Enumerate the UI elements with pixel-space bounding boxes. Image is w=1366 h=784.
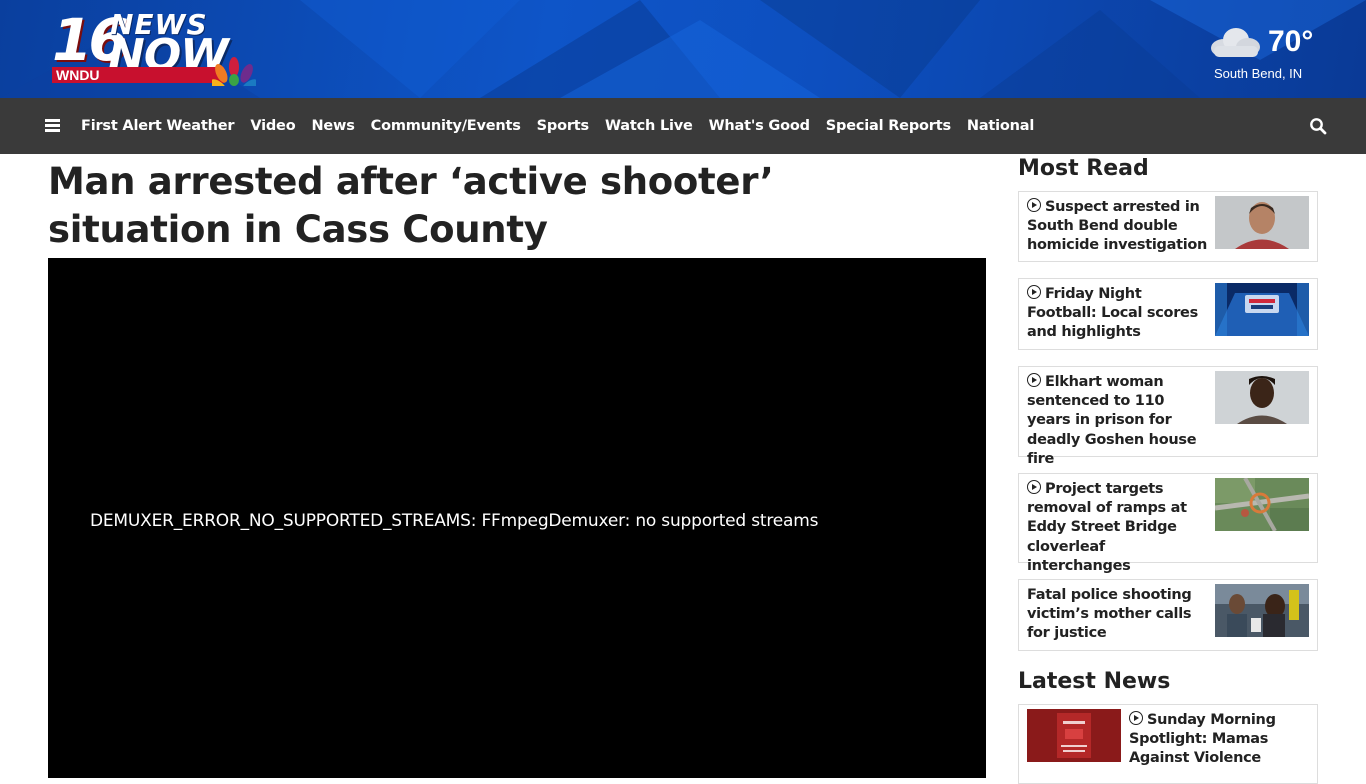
- play-circle-icon: [1027, 480, 1041, 494]
- nav-item-first-alert-weather[interactable]: First Alert Weather: [73, 98, 242, 154]
- latest-news-item[interactable]: Sunday Morning Spotlight: Mamas Against …: [1018, 704, 1318, 784]
- most-read-item-title: Elkhart woman sentenced to 110 years in …: [1027, 374, 1197, 467]
- most-read-item[interactable]: Elkhart woman sentenced to 110 years in …: [1018, 366, 1318, 467]
- most-read-item-title-wrap: Friday Night Football: Local scores and …: [1027, 285, 1209, 343]
- most-read-item-title: Project targets removal of ramps at Eddy…: [1027, 481, 1187, 574]
- most-read-item[interactable]: Friday Night Football: Local scores and …: [1018, 278, 1318, 350]
- play-circle-icon: [1027, 198, 1041, 212]
- most-read-heading: Most Read: [1018, 156, 1149, 181]
- weather-location: South Bend, IN: [1214, 66, 1303, 81]
- latest-news-heading: Latest News: [1018, 669, 1171, 694]
- hamburger-menu-icon[interactable]: [45, 117, 61, 133]
- latest-news-item-title-wrap: Sunday Morning Spotlight: Mamas Against …: [1129, 711, 1311, 769]
- nav-item-video[interactable]: Video: [242, 98, 303, 154]
- video-error-message: DEMUXER_ERROR_NO_SUPPORTED_STREAMS: FFmp…: [90, 511, 819, 531]
- temperature-value: 70°: [1268, 25, 1314, 58]
- mugshot-thumbnail: [1215, 196, 1309, 249]
- most-read-item-title-wrap: Suspect arrested in South Bend double ho…: [1027, 198, 1209, 256]
- most-read-item[interactable]: Project targets removal of ramps at Eddy…: [1018, 473, 1318, 574]
- nav-item-community-events[interactable]: Community/Events: [363, 98, 529, 154]
- most-read-item-title: Fatal police shooting victim’s mother ca…: [1027, 587, 1192, 642]
- most-read-item-title-wrap: Project targets removal of ramps at Eddy…: [1027, 480, 1209, 576]
- nbc-peacock-icon: [212, 57, 256, 86]
- nav-item-watch-live[interactable]: Watch Live: [597, 98, 701, 154]
- main-navigation: First Alert Weather Video News Community…: [0, 98, 1366, 154]
- nav-item-special-reports[interactable]: Special Reports: [818, 98, 959, 154]
- nav-item-national[interactable]: National: [959, 98, 1042, 154]
- logo-callsign: WNDU: [56, 67, 100, 83]
- play-circle-icon: [1129, 711, 1143, 725]
- rally-photo-thumbnail: [1215, 584, 1309, 637]
- cloud-icon: [1211, 28, 1260, 57]
- most-read-item-title-wrap: Fatal police shooting victim’s mother ca…: [1027, 586, 1209, 644]
- play-circle-icon: [1027, 373, 1041, 387]
- nav-item-news[interactable]: News: [303, 98, 362, 154]
- most-read-item-title: Friday Night Football: Local scores and …: [1027, 286, 1198, 341]
- football-graphic-thumbnail: [1215, 283, 1309, 336]
- weather-widget[interactable]: 70° South Bend, IN: [1206, 24, 1326, 86]
- event-flyer-thumbnail: [1027, 709, 1121, 762]
- most-read-item-title: Suspect arrested in South Bend double ho…: [1027, 199, 1208, 254]
- most-read-item[interactable]: Fatal police shooting victim’s mother ca…: [1018, 579, 1318, 651]
- nav-list: First Alert Weather Video News Community…: [73, 98, 1042, 154]
- most-read-item[interactable]: Suspect arrested in South Bend double ho…: [1018, 191, 1318, 262]
- video-player[interactable]: DEMUXER_ERROR_NO_SUPPORTED_STREAMS: FFmp…: [48, 258, 986, 778]
- latest-news-item-title: Sunday Morning Spotlight: Mamas Against …: [1129, 712, 1276, 767]
- station-logo[interactable]: 16 NEWS NOW WNDU: [52, 8, 262, 88]
- site-header: 16 NEWS NOW WNDU 70° South Bend, IN: [0, 0, 1366, 98]
- aerial-map-thumbnail: [1215, 478, 1309, 531]
- play-circle-icon: [1027, 285, 1041, 299]
- search-icon[interactable]: [1309, 117, 1327, 135]
- article-headline: Man arrested after ‘active shooter’ situ…: [48, 160, 774, 251]
- mugshot-thumbnail: [1215, 371, 1309, 424]
- nav-item-sports[interactable]: Sports: [529, 98, 597, 154]
- nav-item-whats-good[interactable]: What's Good: [701, 98, 818, 154]
- most-read-item-title-wrap: Elkhart woman sentenced to 110 years in …: [1027, 373, 1209, 469]
